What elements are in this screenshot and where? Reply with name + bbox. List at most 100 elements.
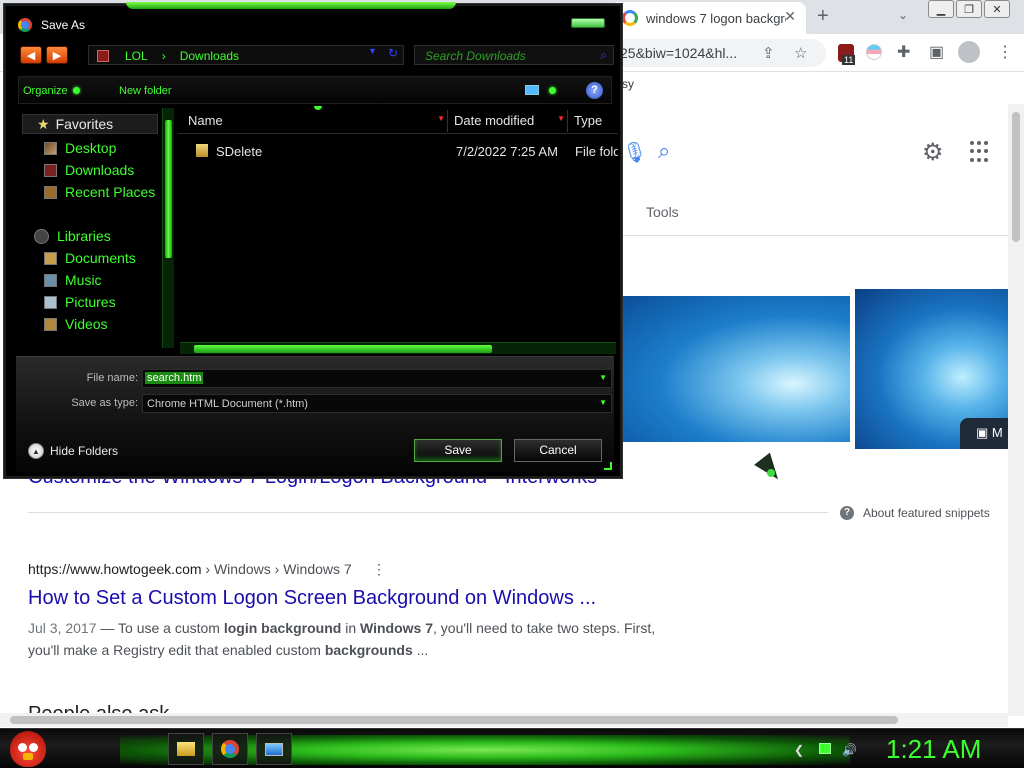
search-icon[interactable]: ⌕ xyxy=(600,48,607,63)
taskbar-chrome-button[interactable] xyxy=(212,733,248,765)
microphone-icon[interactable]: 🎙 xyxy=(622,140,647,165)
help-circle-icon[interactable]: ? xyxy=(840,506,854,520)
nav-pane-scrollbar[interactable] xyxy=(162,108,174,348)
google-g-icon xyxy=(622,10,638,26)
new-folder-button[interactable]: New folder xyxy=(119,85,172,97)
share-icon[interactable]: ⇪ xyxy=(762,44,775,62)
nav-item-videos[interactable]: Videos xyxy=(44,316,108,332)
file-pane-scroll-thumb[interactable] xyxy=(194,345,492,353)
dialog-nav-row: ◀ ▶ LOL › Downloads ▼ ↻ Search Downloads ⌕ xyxy=(16,42,614,70)
column-header-date-modified[interactable]: Date modified ▼ xyxy=(448,110,568,132)
music-icon xyxy=(44,273,57,287)
result-title-link[interactable]: How to Set a Custom Logon Screen Backgro… xyxy=(28,587,596,610)
file-name-input[interactable]: search.htm ▼ xyxy=(142,369,612,388)
back-button[interactable]: ◀ xyxy=(20,46,42,64)
tab-google-search[interactable]: windows 7 logon background ✕ xyxy=(610,2,806,34)
result-more-icon[interactable]: ⋮ xyxy=(372,561,386,578)
cancel-button[interactable]: Cancel xyxy=(514,439,602,462)
bookmarks-bar-item[interactable]: sy xyxy=(622,77,634,91)
nav-pane-scroll-thumb[interactable] xyxy=(165,120,172,258)
explorer-folder-icon xyxy=(177,742,195,756)
save-as-type-select[interactable]: Chrome HTML Document (*.htm) ▼ xyxy=(142,394,612,413)
taskbar-clock[interactable]: 1:21 AM xyxy=(886,734,981,765)
chevron-down-icon[interactable]: ▼ xyxy=(599,373,607,382)
column-header-type[interactable]: Type xyxy=(568,110,618,132)
search-icon[interactable]: ⌕ xyxy=(658,138,670,164)
change-view-icon[interactable] xyxy=(525,85,539,95)
angry-bird-icon[interactable] xyxy=(10,731,46,767)
folder-icon xyxy=(97,50,109,62)
tray-show-hidden-icon[interactable]: ❮ xyxy=(794,743,804,757)
address-text: 25&biw=1024&hl... xyxy=(620,45,738,61)
search-downloads-input[interactable]: Search Downloads ⌕ xyxy=(414,45,614,65)
gear-icon[interactable]: ⚙ xyxy=(922,138,944,167)
file-pane-scrollbar[interactable] xyxy=(180,342,616,354)
nav-item-music[interactable]: Music xyxy=(44,272,102,288)
nav-item-pictures[interactable]: Pictures xyxy=(44,294,116,310)
taskbar-remote-desktop-button[interactable] xyxy=(256,733,292,765)
nav-item-desktop[interactable]: Desktop xyxy=(44,140,116,156)
refresh-icon[interactable]: ↻ xyxy=(388,46,398,60)
vertical-scroll-thumb[interactable] xyxy=(1012,112,1020,242)
network-icon[interactable] xyxy=(819,743,831,754)
horizontal-scroll-thumb[interactable] xyxy=(10,716,898,724)
breadcrumb-item-lol[interactable]: LOL xyxy=(125,49,148,63)
about-featured-snippets-link[interactable]: About featured snippets xyxy=(863,506,990,520)
file-name-label: File name: xyxy=(86,372,138,384)
chrome-icon xyxy=(18,18,32,32)
result-image-windows7-1[interactable] xyxy=(622,296,850,442)
bookmark-star-icon[interactable]: ☆ xyxy=(794,44,807,62)
nav-item-recent-places[interactable]: Recent Places xyxy=(44,184,155,200)
nav-item-downloads[interactable]: Downloads xyxy=(44,162,134,178)
side-panel-icon[interactable]: ▣ xyxy=(929,42,944,62)
file-type: File folder xyxy=(575,144,618,159)
taskbar-explorer-button[interactable] xyxy=(168,733,204,765)
chevron-down-icon[interactable]: ▼ xyxy=(599,398,607,407)
result-crumbs: › Windows › Windows 7 xyxy=(201,561,352,577)
dialog-titlebar[interactable]: Save As xyxy=(6,6,620,42)
save-button[interactable]: Save xyxy=(414,439,502,462)
chrome-menu-icon[interactable]: ⋮ xyxy=(997,42,1013,62)
hide-folders-button[interactable]: ▲ Hide Folders xyxy=(28,443,118,459)
volume-icon[interactable]: 🔊 xyxy=(842,743,857,757)
pictures-icon xyxy=(44,295,57,309)
dialog-close-button[interactable] xyxy=(571,18,605,28)
column-header-name[interactable]: Name ▼ xyxy=(182,110,448,132)
page-vertical-scrollbar[interactable] xyxy=(1008,104,1024,716)
sort-arrow-icon: ▼ xyxy=(557,114,565,123)
breadcrumb-dropdown-icon[interactable]: ▼ xyxy=(368,46,377,56)
tools-tab[interactable]: Tools xyxy=(646,204,679,220)
new-tab-button[interactable]: + xyxy=(817,5,829,28)
breadcrumb[interactable]: LOL › Downloads xyxy=(88,45,404,65)
puzzle-icon[interactable]: ✚ xyxy=(897,42,910,62)
extension-flag-icon[interactable] xyxy=(866,44,882,60)
more-images-badge[interactable]: ▣ M xyxy=(960,418,1008,449)
forward-button[interactable]: ▶ xyxy=(46,46,68,64)
help-icon[interactable]: ? xyxy=(586,82,603,99)
save-as-type-label: Save as type: xyxy=(71,397,138,409)
organize-button[interactable]: Organize xyxy=(23,85,80,97)
google-apps-icon[interactable] xyxy=(970,141,992,163)
header-divider xyxy=(178,133,618,134)
tab-close-icon[interactable]: ✕ xyxy=(784,8,796,25)
breadcrumb-item-downloads[interactable]: Downloads xyxy=(180,49,239,63)
chrome-icon xyxy=(221,740,239,758)
page-horizontal-scrollbar[interactable] xyxy=(0,713,1008,727)
nav-favorites-header[interactable]: ★ Favorites xyxy=(22,114,158,134)
close-window-button[interactable]: ✕ xyxy=(984,0,1010,18)
minimize-button[interactable]: ▁ xyxy=(928,0,954,18)
file-row[interactable]: SDelete 7/2/2022 7:25 AM File folder xyxy=(190,142,618,162)
file-name: SDelete xyxy=(216,144,263,159)
result-url[interactable]: https://www.howtogeek.com › Windows › Wi… xyxy=(28,561,352,577)
profile-avatar[interactable] xyxy=(958,41,980,63)
window-controls: ▁ ❐ ✕ xyxy=(928,0,1010,18)
videos-icon xyxy=(44,317,57,331)
chevron-up-icon: ▲ xyxy=(28,443,44,459)
tab-search-chevron-icon[interactable]: ⌄ xyxy=(898,8,908,22)
folder-icon xyxy=(196,144,208,157)
view-options-dropdown-icon[interactable] xyxy=(549,87,556,94)
nav-item-documents[interactable]: Documents xyxy=(44,250,136,266)
restore-button[interactable]: ❐ xyxy=(956,0,982,18)
nav-libraries-header[interactable]: Libraries xyxy=(34,228,111,244)
resize-grip-icon[interactable] xyxy=(604,462,612,470)
